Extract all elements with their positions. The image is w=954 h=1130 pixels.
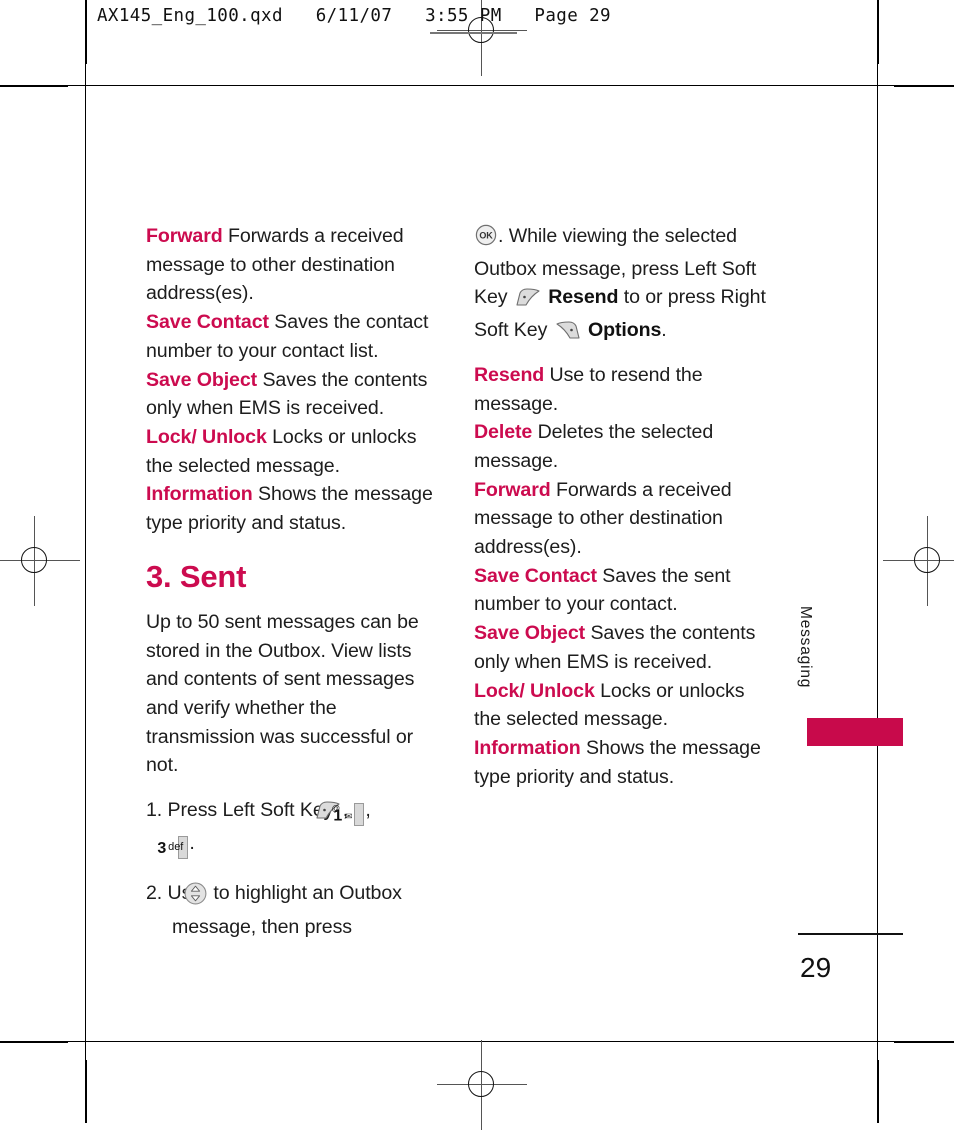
option-term: Save Object	[474, 622, 586, 645]
side-tab-label: Messaging	[797, 606, 814, 689]
option-term: Resend	[474, 363, 545, 386]
option-entry: Information Shows the message type prior…	[146, 480, 446, 537]
side-tab-block	[807, 718, 903, 746]
step-number: 2.	[146, 881, 163, 904]
continuation-paragraph: OK . While viewing the selected Outbox m…	[474, 222, 774, 349]
step-text: .	[189, 831, 195, 854]
slug-underline	[430, 32, 517, 34]
registration-mark-left	[0, 516, 80, 606]
option-term: Information	[474, 736, 581, 759]
step-text: ,	[365, 799, 371, 822]
left-column: Forward Forwards a received message to o…	[146, 222, 446, 948]
step-item: 2. Use to highlight an Outbox message, t…	[146, 879, 446, 942]
page-number: 29	[800, 952, 832, 983]
key-1-top-glyph: @	[331, 802, 341, 813]
prepress-slug: AX145_Eng_100.qxd 6/11/07 3:55 PM Page 2…	[97, 6, 611, 26]
option-entry: Lock/ Unlock Locks or unlocks the select…	[146, 423, 446, 480]
option-term: Lock/ Unlock	[146, 425, 267, 448]
option-entry: Save Object Saves the contents only when…	[146, 366, 446, 423]
key-3-icon: 3 def	[157, 835, 189, 859]
step-text: Press Left Soft Key	[167, 799, 334, 822]
option-term: Save Contact	[146, 311, 269, 334]
bold-options-label: Options	[587, 319, 662, 342]
left-soft-key-icon	[515, 287, 541, 316]
key-3-digit: 3	[157, 839, 167, 857]
registration-mark-bottom	[437, 1040, 527, 1130]
option-entry: Forward Forwards a received message to o…	[474, 476, 774, 562]
page-frame-bottom	[0, 1041, 954, 1043]
right-soft-key-icon	[555, 320, 581, 349]
key-1-icon: 1@ ✉	[331, 802, 365, 827]
registration-mark-right	[883, 516, 954, 606]
option-term: Information	[146, 483, 253, 506]
key-1-bottom-glyph: ✉	[345, 811, 353, 822]
option-entry: Save Object Saves the contents only when…	[474, 619, 774, 676]
option-term: Save Contact	[474, 564, 597, 587]
step-spacer	[146, 865, 446, 879]
step-item: 1. Press Left Soft Key , 1@ ✉ , 3 def .	[146, 796, 446, 859]
folio-rule	[798, 933, 903, 935]
svg-text:OK: OK	[479, 231, 493, 241]
option-entry: Resend Use to resend the message.	[474, 361, 774, 418]
page-frame-right	[877, 0, 879, 1123]
ok-key-icon: OK	[475, 224, 497, 255]
option-term: Delete	[474, 421, 533, 444]
bold-resend-label: Resend	[548, 286, 619, 309]
section-heading: 3. Sent	[146, 558, 247, 594]
option-term: Save Object	[146, 368, 258, 391]
option-term: Forward	[146, 225, 223, 247]
option-entry: Forward Forwards a received message to o…	[146, 222, 446, 308]
step-number: 1.	[146, 799, 163, 822]
right-column: OK . While viewing the selected Outbox m…	[474, 222, 774, 791]
option-entry: Lock/ Unlock Locks or unlocks the select…	[474, 677, 774, 734]
key-3-letters: def	[168, 840, 184, 853]
continuation-text-after: .	[661, 319, 667, 342]
option-entry: Delete Deletes the selected message.	[474, 418, 774, 475]
option-term: Lock/ Unlock	[474, 679, 595, 702]
option-entry: Save Contact Saves the sent number to yo…	[474, 562, 774, 619]
option-term: Forward	[474, 478, 551, 501]
option-entry: Save Contact Saves the contact number to…	[146, 308, 446, 365]
option-entry: Information Shows the message type prior…	[474, 734, 774, 791]
section-intro-paragraph: Up to 50 sent messages can be stored in …	[146, 610, 419, 777]
